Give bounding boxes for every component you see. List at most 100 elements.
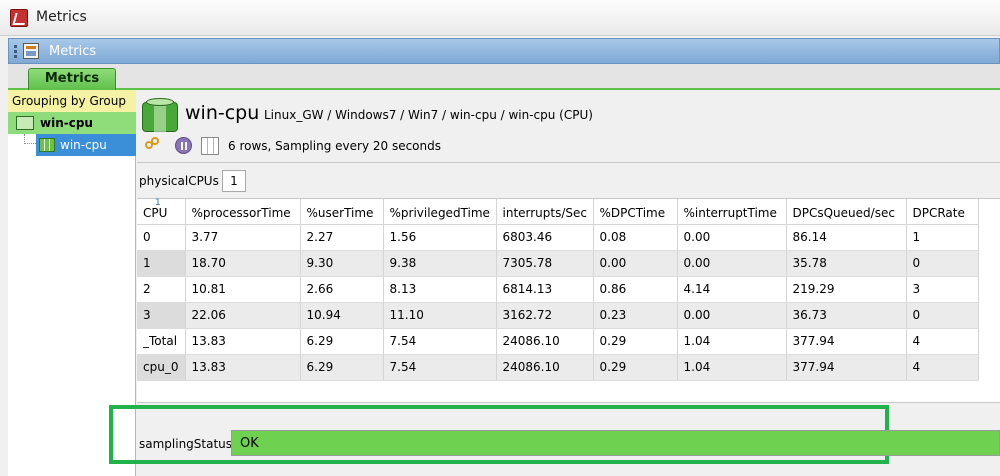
table-cell: 7.54 [383, 328, 497, 355]
table-cell: 0.08 [593, 224, 678, 251]
refresh-icon[interactable] [145, 137, 161, 153]
metrics-table: 1 CPU %processorTime %userTime %privilege… [137, 198, 1000, 402]
row-header-cell: 1 [137, 250, 186, 277]
table-cell: 0.00 [593, 250, 678, 277]
grouping-label: Grouping by Group [8, 90, 136, 112]
table-cell: 0 [906, 250, 979, 277]
table-header-row: 1 CPU %processorTime %userTime %privilege… [137, 198, 979, 225]
table-cell: 1.56 [383, 224, 497, 251]
column-header[interactable]: 1 CPU [137, 198, 186, 225]
table-cell: 8.13 [383, 276, 497, 303]
table-cell: 7305.78 [496, 250, 594, 277]
column-header[interactable]: %processorTime [185, 199, 301, 225]
table-cell: 1.04 [677, 328, 787, 355]
table-cell: 10.81 [185, 276, 301, 303]
row-header-cell: 0 [137, 224, 186, 251]
table-cell: 36.73 [786, 302, 907, 329]
table-row[interactable]: 2 10.81 2.66 8.13 6814.13 0.86 4.14 219.29 3 [137, 276, 979, 303]
table-cell: 0 [906, 302, 979, 329]
table-cell: 0.29 [593, 328, 678, 355]
table-cell: 6803.46 [496, 224, 594, 251]
table-cell: 3 [906, 276, 979, 303]
table-cell: 377.94 [786, 328, 907, 355]
object-path: Linux_GW / Windows7 / Win7 / win-cpu / w… [264, 108, 593, 122]
sampling-status-value: OK [240, 436, 259, 451]
tree-group-label: win-cpu [40, 116, 93, 130]
window-titlebar: Metrics [0, 0, 1000, 36]
table-cell: 18.70 [185, 250, 301, 277]
table-cell: 9.38 [383, 250, 497, 277]
tab-strip: Metrics [8, 64, 1000, 90]
table-row[interactable]: 1 18.70 9.30 9.38 7305.78 0.00 0.00 35.78 0 [137, 250, 979, 277]
object-name: win-cpu [185, 102, 260, 124]
row-header-cell: 2 [137, 276, 186, 303]
table-row[interactable]: cpu_0 13.83 6.29 7.54 24086.10 0.29 1.04 377.94… [137, 354, 979, 381]
table-cell: 6814.13 [496, 276, 594, 303]
table-cell: 4 [906, 354, 979, 381]
table-cell: 377.94 [786, 354, 907, 381]
table-row[interactable]: 3 22.06 10.94 11.10 3162.72 0.23 0.00 36.73 0 [137, 302, 979, 329]
table-cell: 1.04 [677, 354, 787, 381]
table-cell: 0.00 [677, 250, 787, 277]
physical-cpus-input[interactable] [222, 170, 246, 192]
row-header-cell: 3 [137, 302, 186, 329]
table-cell: 7.54 [383, 354, 497, 381]
sampling-info: 6 rows, Sampling every 20 seconds [228, 139, 441, 153]
table-cell: 219.29 [786, 276, 907, 303]
table-cell: 3.77 [185, 224, 301, 251]
window-title: Metrics [36, 9, 87, 25]
pause-icon[interactable] [175, 137, 192, 154]
column-header[interactable]: DPCsQueued/sec [786, 199, 907, 225]
column-header[interactable]: DPCRate [906, 199, 979, 225]
table-cell: 2.66 [300, 276, 384, 303]
column-header[interactable]: interrupts/Sec [496, 199, 594, 225]
table-cell: 2.27 [300, 224, 384, 251]
divider [137, 162, 1000, 163]
table-icon[interactable] [201, 137, 219, 155]
table-cell: 0.29 [593, 354, 678, 381]
table-cell: 9.30 [300, 250, 384, 277]
table-cell: 0.23 [593, 302, 678, 329]
column-header[interactable]: %privilegedTime [383, 199, 497, 225]
tab-metrics[interactable]: Metrics [28, 68, 116, 90]
view-header: Metrics [8, 38, 1000, 64]
column-header[interactable]: %interruptTime [677, 199, 787, 225]
table-row[interactable]: 0 3.77 2.27 1.56 6803.46 0.08 0.00 86.14 1 [137, 224, 979, 251]
tree-group-win-cpu[interactable]: win-cpu [8, 112, 136, 134]
table-cell: 0.86 [593, 276, 678, 303]
row-header-cell: cpu_0 [137, 354, 186, 381]
view-title: Metrics [49, 44, 97, 59]
table-cell: 24086.10 [496, 328, 594, 355]
grid-icon [39, 138, 55, 152]
table-cell: 0.00 [677, 224, 787, 251]
sampling-status-label: samplingStatus [139, 437, 233, 451]
param-label: physicalCPUs [139, 174, 219, 188]
table-cell: 6.29 [300, 354, 384, 381]
table-cell: 1 [906, 224, 979, 251]
table-cell: 4.14 [677, 276, 787, 303]
tree-item-label: win-cpu [60, 138, 107, 152]
table-cell: 6.29 [300, 328, 384, 355]
drag-grip-icon[interactable] [14, 45, 17, 58]
sampling-status-field: OK [231, 430, 1000, 456]
table-cell: 13.83 [185, 328, 301, 355]
column-header[interactable]: %DPCTime [593, 199, 678, 225]
table-cell: 22.06 [185, 302, 301, 329]
app-icon [10, 9, 28, 27]
table-cell: 24086.10 [496, 354, 594, 381]
database-icon [142, 98, 178, 132]
table-cell: 11.10 [383, 302, 497, 329]
table-row[interactable]: _Total 13.83 6.29 7.54 24086.10 0.29 1.04 377.9… [137, 328, 979, 355]
table-cell: 13.83 [185, 354, 301, 381]
table-cell: 35.78 [786, 250, 907, 277]
table-cell: 0.00 [677, 302, 787, 329]
sort-indicator: 1 [155, 198, 161, 208]
row-header-cell: _Total [137, 328, 186, 355]
table-cell: 10.94 [300, 302, 384, 329]
view-icon [23, 43, 39, 59]
column-header[interactable]: %userTime [300, 199, 384, 225]
table-cell: 4 [906, 328, 979, 355]
table-cell: 3162.72 [496, 302, 594, 329]
tree-item-win-cpu[interactable]: win-cpu [36, 134, 136, 156]
table-cell: 86.14 [786, 224, 907, 251]
